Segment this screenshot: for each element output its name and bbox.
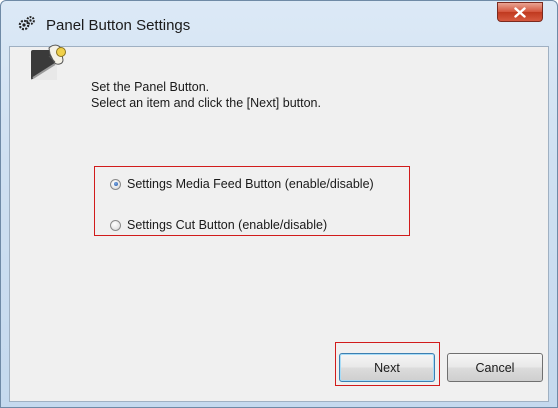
option-media-feed-row[interactable]: Settings Media Feed Button (enable/disab… xyxy=(110,175,374,193)
instruction-line-1: Set the Panel Button. xyxy=(91,80,210,94)
next-button[interactable]: Next xyxy=(339,353,435,382)
title-bar[interactable]: Panel Button Settings xyxy=(1,1,557,39)
window-title: Panel Button Settings xyxy=(46,17,191,34)
option-cut-row[interactable]: Settings Cut Button (enable/disable) xyxy=(110,216,327,234)
instruction-line-2: Select an item and click the [Next] butt… xyxy=(91,96,321,110)
cancel-button[interactable]: Cancel xyxy=(447,353,543,382)
gear-pair-icon xyxy=(18,15,36,33)
radio-media-feed[interactable] xyxy=(110,178,121,190)
option-media-feed-label[interactable]: Settings Media Feed Button (enable/disab… xyxy=(127,177,374,191)
wizard-hand-icon xyxy=(27,40,75,88)
close-button[interactable] xyxy=(497,2,543,22)
close-icon xyxy=(514,7,526,18)
option-cut-label[interactable]: Settings Cut Button (enable/disable) xyxy=(127,218,327,232)
radio-cut[interactable] xyxy=(110,219,121,231)
